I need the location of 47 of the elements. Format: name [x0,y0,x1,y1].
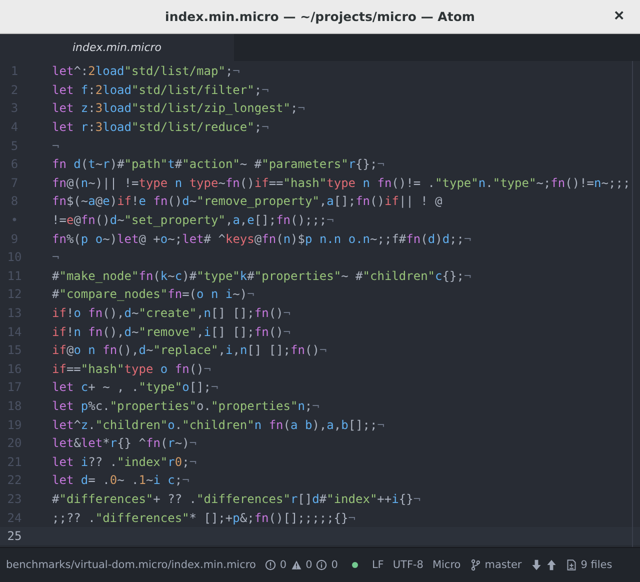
code-line: let f:2load"std/list/filter";¬ [52,82,269,97]
code-line: if@o n fn(),d~"replace",i,n[] [];fn()¬ [52,343,327,358]
code-line: if!o fn(),d~"create",n[] [];fn()¬ [52,306,291,320]
warning-count: 0 [306,559,312,571]
code-line: fn d(t~r)#"path"t#"action"~ #"parameters"r{};¬ [52,157,384,172]
code-line: ;;?? ."differences"* [];+p&;fn()[];;;;;{}¬ [52,510,356,525]
code-line: #"make_node"fn(k~c)#"type"k#"properties"~ #"children"c{};¬ [52,268,472,283]
code-line: if!n fn(),d~"remove",i[] [];fn()¬ [52,324,291,339]
code-line: #"differences"+ ?? ."differences"r[]d#"index"++i{}¬ [52,492,421,506]
code-line: fn$(~a@e)if!e fn()d~"remove_property",a[];fn()if|| ! @ [52,194,442,208]
git-branch[interactable]: master [484,559,522,571]
code-line: fn%(p o~)let@ +o~;let# ^keys@fn(n)$p n.n o.n~;;f#fn(d)d;;¬ [52,232,472,246]
grammar[interactable]: Micro [432,559,461,571]
warning-icon [290,559,302,571]
error-count: 0 [280,559,287,571]
arrow-down-icon[interactable] [530,559,542,571]
code-line: ¬ [52,250,60,264]
file-count[interactable]: 9 files [580,559,612,571]
line-number: 25 [6,529,23,544]
file-path[interactable]: benchmarks/virtual-dom.micro/index.min.micro [6,559,256,571]
code-line: let d= .0~ .1~i c;¬ [52,473,190,488]
error-icon [264,559,276,571]
code-line: let p%c."properties"o."properties"n;¬ [52,398,320,413]
code-line: let c+ ~ , ."type"o[];¬ [52,380,218,394]
info-icon [316,559,328,571]
status-dot-icon [350,561,359,569]
code-line: let^z."children"o."children"n fn(a b),a,b[];;¬ [52,418,384,432]
code-line: !=e@fn()d~"set_property",a,e[];fn();;;¬ [52,213,334,228]
line-ending[interactable]: LF [372,559,384,571]
close-button[interactable]: × [610,7,628,25]
code-line: #"compare_nodes"fn=(o n i~)¬ [52,287,254,302]
editor-tab[interactable]: index.min.micro [0,34,234,61]
code-line: let^:2load"std/list/map";¬ [52,64,240,78]
code-line: let i?? ."index"r0;¬ [52,454,197,469]
code-line: if=="hash"type o fn()¬ [52,362,211,376]
line-number: • [10,213,20,228]
encoding[interactable]: UTF-8 [392,559,424,571]
info-count: 0 [331,559,338,571]
window-title: index.min.micro — ~/projects/micro — Atom [165,9,475,24]
arrow-up-icon[interactable] [546,559,557,571]
code-line: fn@(n~)|| !=type n type~fn()if=="hash"type n fn()!= ."type"n."type"~;fn()!=n~;;; [52,176,630,190]
code-line: let r:3load"std/list/reduce";¬ [52,120,269,134]
code-line: let&let*r{} ^fn(r~)¬ [52,436,197,450]
code-line: ¬ [52,138,60,153]
branch-icon [470,559,481,571]
code-line: let z:3load"std/list/zip_longest";¬ [52,101,305,116]
file-icon [566,559,577,571]
